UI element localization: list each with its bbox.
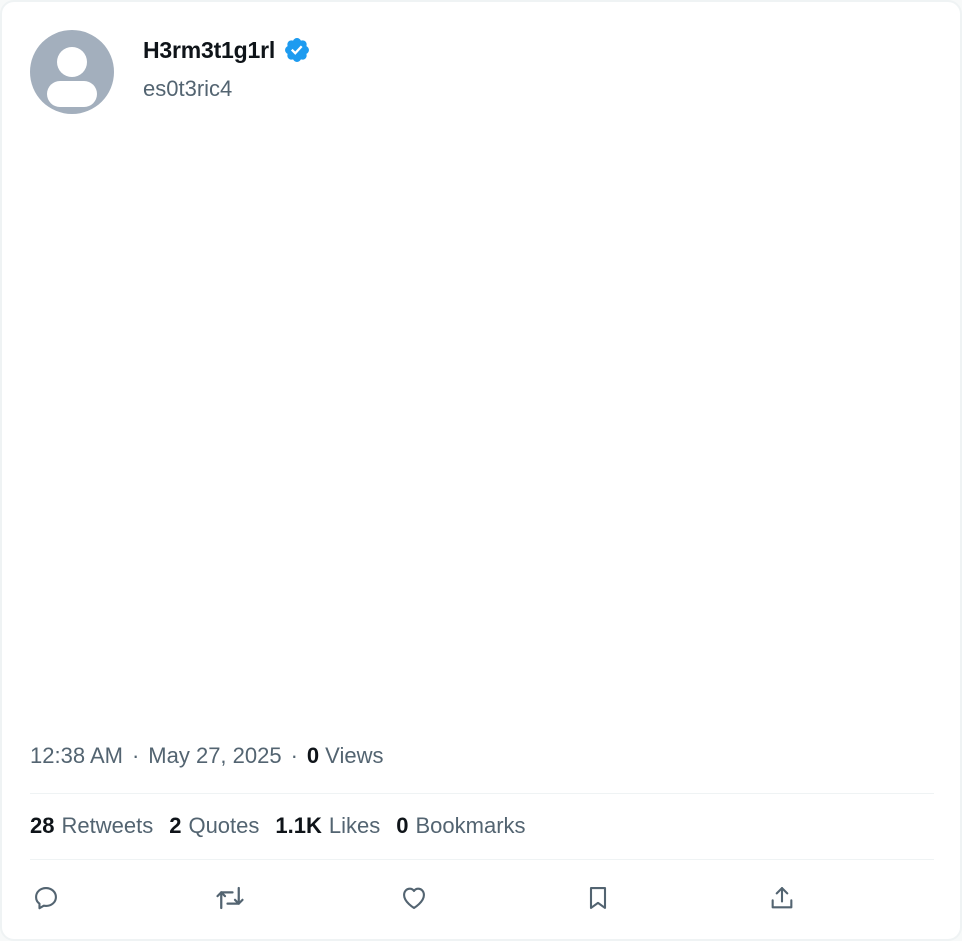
reply-icon [35, 887, 57, 910]
bookmark-button[interactable] [578, 878, 618, 918]
meta-separator: · [290, 743, 298, 768]
quotes-stat[interactable]: 2 Quotes [169, 813, 259, 839]
likes-label: Likes [328, 813, 381, 838]
likes-stat[interactable]: 1.1K Likes [275, 813, 380, 839]
avatar[interactable] [30, 30, 114, 114]
tweet-date[interactable]: May 27, 2025 [148, 743, 281, 769]
divider [30, 859, 934, 860]
bookmarks-stat[interactable]: 0 Bookmarks [396, 813, 525, 839]
bookmarks-label: Bookmarks [415, 813, 526, 838]
retweets-stat[interactable]: 28 Retweets [30, 813, 153, 839]
retweet-icon [216, 886, 244, 910]
retweets-label: Retweets [61, 813, 154, 838]
like-button[interactable] [394, 878, 434, 918]
bookmark-icon [589, 887, 607, 909]
views-count: 0 [306, 743, 320, 768]
divider [30, 793, 934, 794]
share-button[interactable] [762, 878, 802, 918]
verified-badge-icon [283, 36, 311, 64]
retweets-count: 28 [30, 813, 55, 838]
quotes-count: 2 [169, 813, 182, 838]
user-handle[interactable]: es0t3ric4 [143, 76, 232, 102]
likes-count: 1.1K [275, 813, 322, 838]
retweet-button[interactable] [210, 878, 250, 918]
tweet-time[interactable]: 12:38 AM [30, 743, 123, 769]
tweet-meta: 12:38 AM · May 27, 2025 · 0 Views [30, 743, 383, 769]
like-icon [403, 887, 425, 909]
action-bar [2, 878, 960, 922]
reply-button[interactable] [26, 878, 66, 918]
user-name-row: H3rm3t1g1rl [143, 36, 311, 64]
default-avatar-icon [30, 30, 114, 114]
display-name[interactable]: H3rm3t1g1rl [143, 37, 275, 64]
engagement-stats: 28 Retweets 2 Quotes 1.1K Likes 0 Bookma… [30, 813, 542, 839]
views-label: Views [325, 743, 384, 768]
share-icon [771, 887, 793, 909]
meta-separator: · [131, 743, 140, 768]
bookmarks-count: 0 [396, 813, 409, 838]
tweet-card: H3rm3t1g1rl es0t3ric4 12:38 AM · May 27,… [0, 0, 962, 941]
quotes-label: Quotes [188, 813, 260, 838]
